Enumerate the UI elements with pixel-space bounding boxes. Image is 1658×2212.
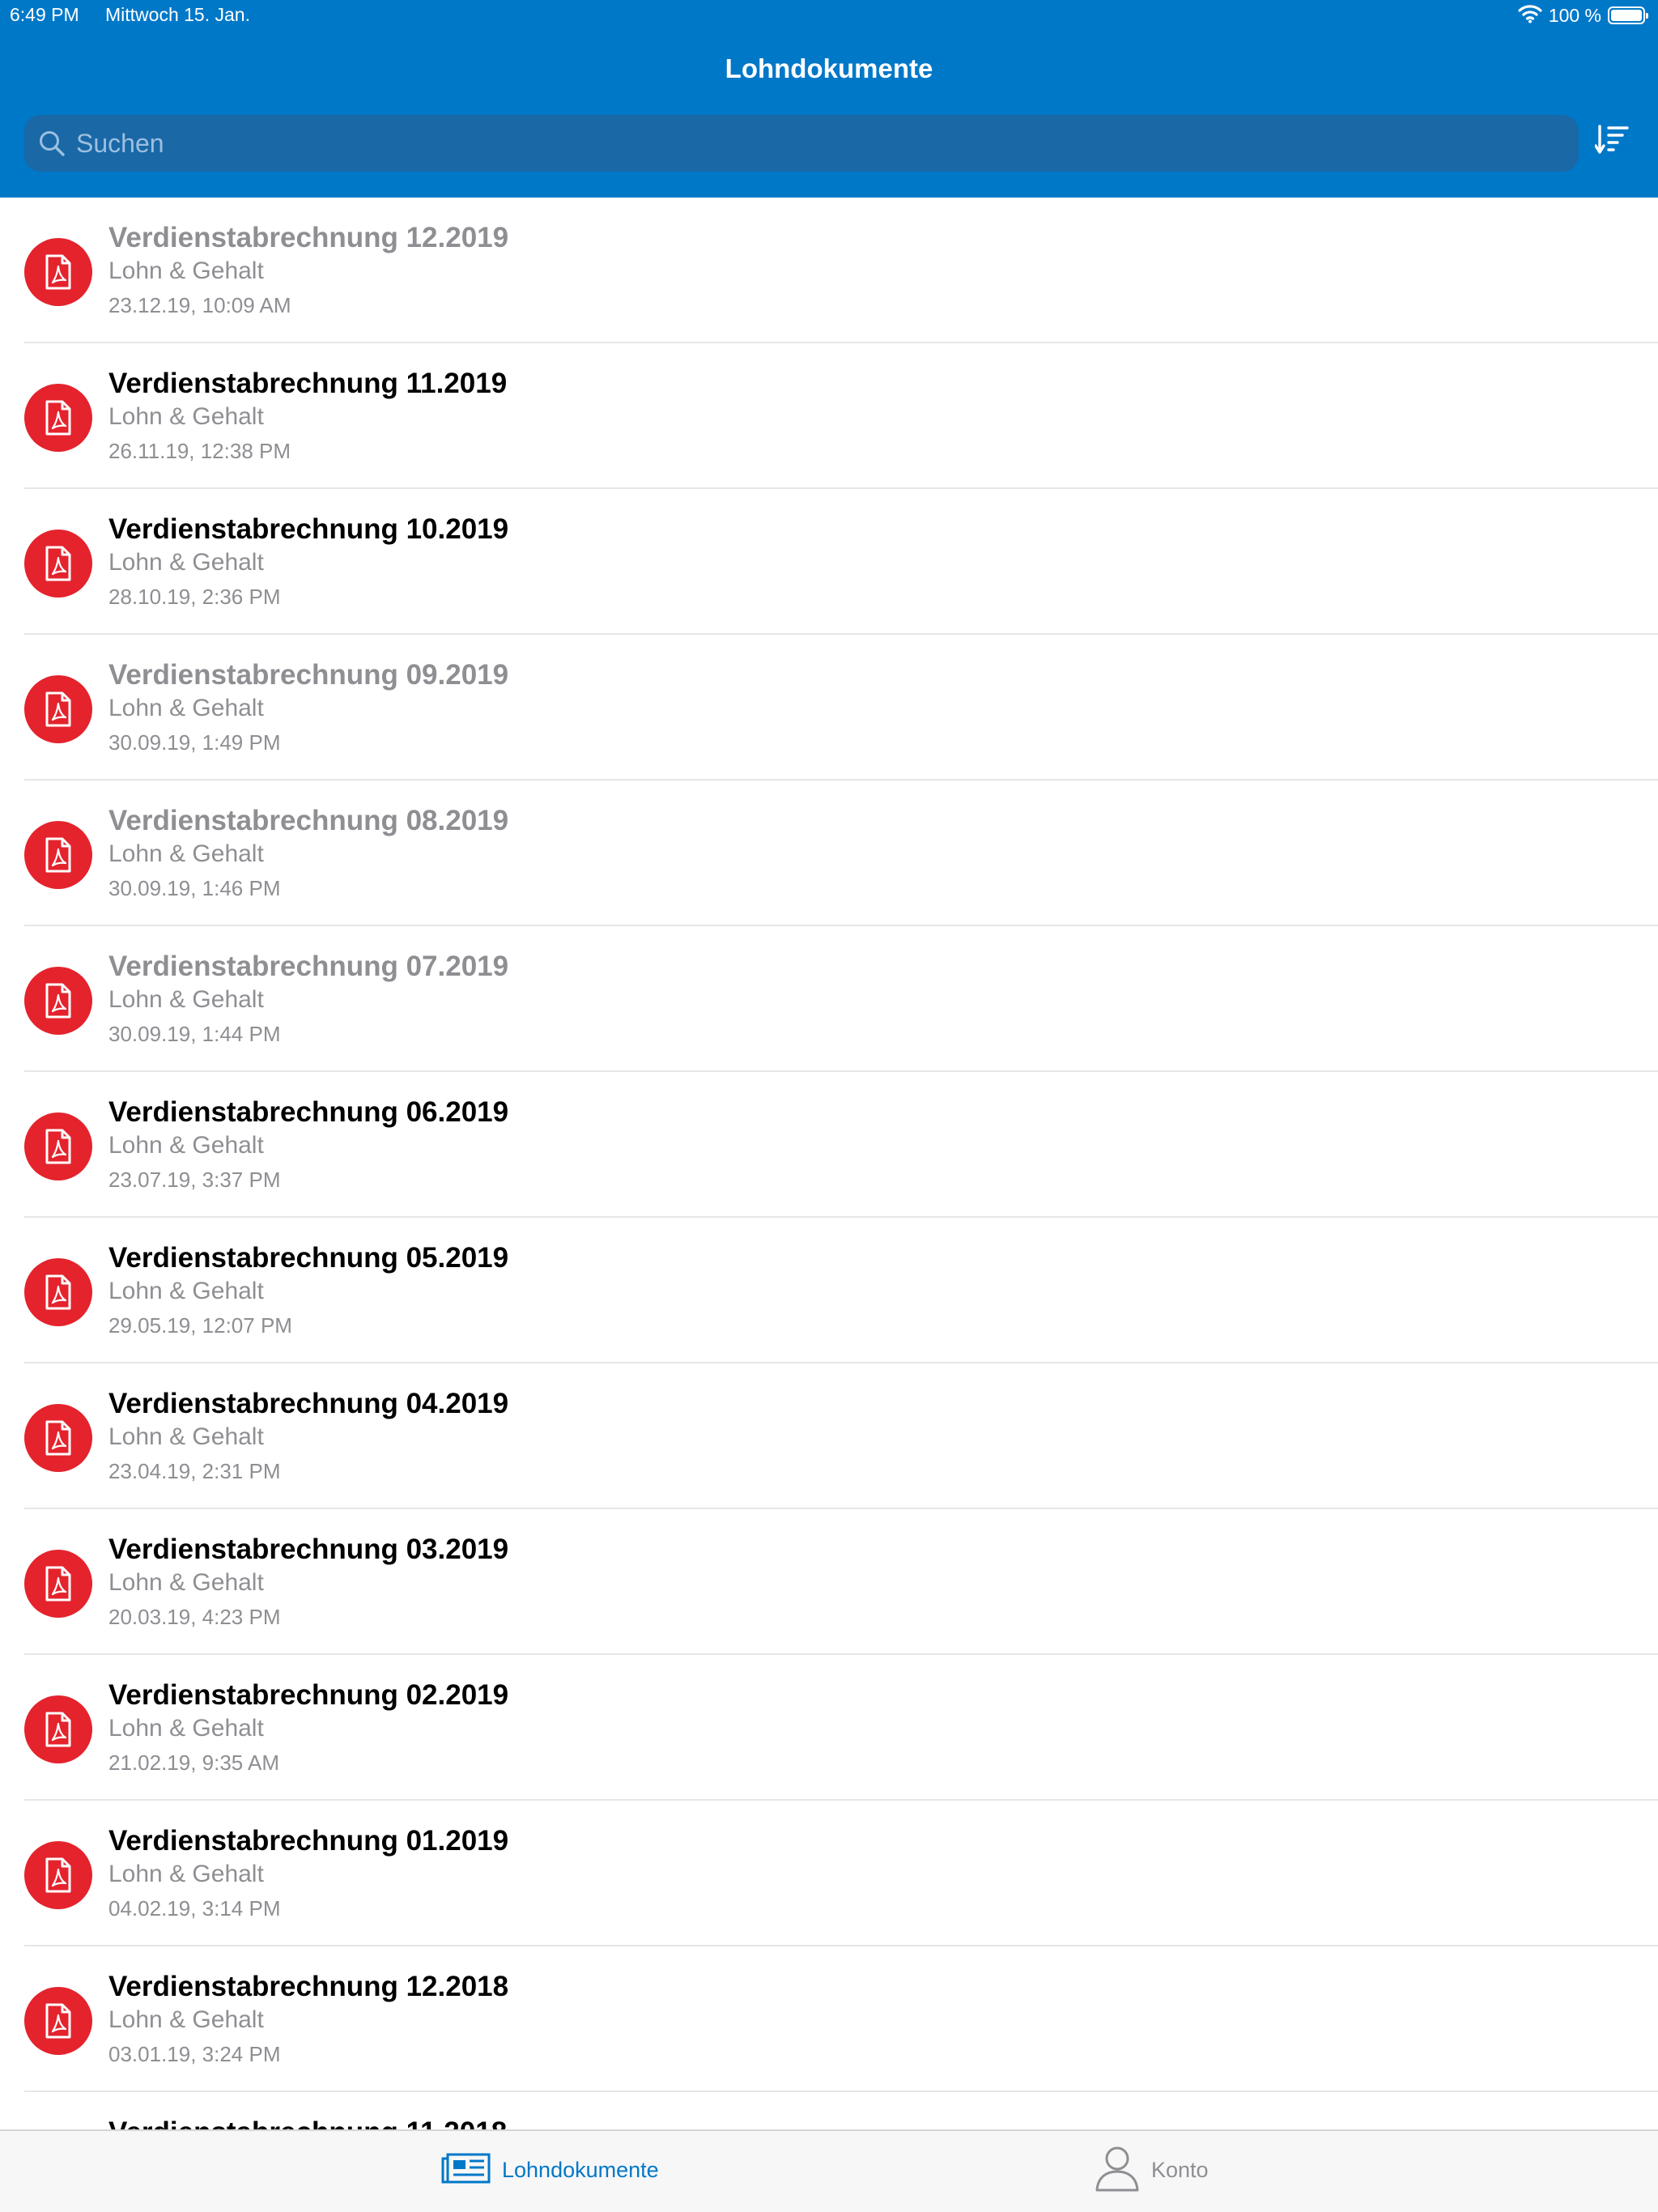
- document-date: 30.09.19, 1:44 PM: [108, 1022, 281, 1046]
- list-item[interactable]: Verdienstabrechnung 07.2019 Lohn & Gehalt…: [0, 926, 1658, 1072]
- pdf-icon: [24, 1404, 92, 1472]
- tab-label-lohndokumente: Lohndokumente: [502, 2157, 659, 2182]
- document-date: 26.11.19, 12:38 PM: [108, 439, 291, 463]
- document-title: Verdienstabrechnung 07.2019: [108, 951, 509, 982]
- list-item[interactable]: Verdienstabrechnung 08.2019 Lohn & Gehalt…: [0, 781, 1658, 926]
- pdf-icon: [24, 1841, 92, 1909]
- document-date: 30.09.19, 1:49 PM: [108, 730, 281, 755]
- document-title: Verdienstabrechnung 10.2019: [108, 513, 509, 545]
- document-category: Lohn & Gehalt: [108, 403, 264, 430]
- document-date: 21.02.19, 9:35 AM: [108, 1750, 280, 1775]
- tab-label-konto: Konto: [1151, 2157, 1209, 2182]
- document-category: Lohn & Gehalt: [108, 549, 264, 576]
- pdf-icon: [24, 821, 92, 889]
- sort-button[interactable]: [1592, 121, 1632, 162]
- list-item[interactable]: Verdienstabrechnung 01.2019 Lohn & Gehalt…: [0, 1801, 1658, 1946]
- document-list: Verdienstabrechnung 12.2019 Lohn & Gehalt…: [0, 198, 1658, 2131]
- document-title: Verdienstabrechnung 06.2019: [108, 1096, 509, 1128]
- pdf-icon: [24, 238, 92, 306]
- document-category: Lohn & Gehalt: [108, 257, 264, 284]
- document-title: Verdienstabrechnung 12.2018: [108, 1971, 509, 2002]
- document-category: Lohn & Gehalt: [108, 695, 264, 721]
- pdf-icon: [24, 384, 92, 452]
- document-date: 30.09.19, 1:46 PM: [108, 876, 281, 900]
- document-category: Lohn & Gehalt: [108, 1132, 264, 1159]
- battery-fill: [1611, 10, 1642, 21]
- document-category: Lohn & Gehalt: [108, 1861, 264, 1887]
- document-category: Lohn & Gehalt: [108, 1278, 264, 1304]
- pdf-icon: [24, 675, 92, 743]
- sort-icon: [1594, 124, 1629, 160]
- page-title: Lohndokumente: [725, 53, 933, 83]
- document-category: Lohn & Gehalt: [108, 2006, 264, 2033]
- document-category: Lohn & Gehalt: [108, 986, 264, 1013]
- document-title: Verdienstabrechnung 12.2019: [108, 222, 509, 253]
- status-indicators: 100 %: [1518, 3, 1648, 28]
- document-date: 23.04.19, 2:31 PM: [108, 1459, 281, 1483]
- battery-cap: [1646, 13, 1648, 19]
- navigation-header: 6:49 PM Mittwoch 15. Jan. 100 % Lohndoku…: [0, 0, 1658, 198]
- document-category: Lohn & Gehalt: [108, 1715, 264, 1742]
- pdf-icon: [24, 1550, 92, 1618]
- pdf-icon: [24, 530, 92, 598]
- document-date: 20.03.19, 4:23 PM: [108, 1605, 281, 1629]
- list-item[interactable]: Verdienstabrechnung 12.2018 Lohn & Gehalt…: [0, 1946, 1658, 2092]
- tab-lohndokumente[interactable]: Lohndokumente: [440, 2146, 659, 2194]
- status-date: Mittwoch 15. Jan.: [105, 4, 250, 25]
- app-screen: 6:49 PM Mittwoch 15. Jan. 100 % Lohndoku…: [0, 0, 1658, 2212]
- document-title: Verdienstabrechnung 11.2019: [108, 368, 508, 399]
- document-date: 28.10.19, 2:36 PM: [108, 585, 281, 609]
- list-item[interactable]: Verdienstabrechnung 02.2019 Lohn & Gehalt…: [0, 1655, 1658, 1801]
- list-item[interactable]: Verdienstabrechnung 06.2019 Lohn & Gehalt…: [0, 1072, 1658, 1218]
- document-date: 04.02.19, 3:14 PM: [108, 1896, 281, 1921]
- search-icon: [37, 129, 66, 158]
- tab-bar: Lohndokumente Konto: [0, 2129, 1658, 2212]
- document-category: Lohn & Gehalt: [108, 1423, 264, 1450]
- pdf-icon: [24, 1258, 92, 1326]
- pdf-icon: [24, 967, 92, 1035]
- wifi-icon: [1518, 4, 1542, 28]
- document-date: 03.01.19, 3:24 PM: [108, 2042, 281, 2066]
- person-icon: [1095, 2145, 1140, 2196]
- document-category: Lohn & Gehalt: [108, 840, 264, 867]
- search-input[interactable]: Suchen: [24, 115, 1579, 172]
- document-title: Verdienstabrechnung 01.2019: [108, 1825, 509, 1857]
- document-date: 23.07.19, 3:37 PM: [108, 1168, 281, 1192]
- status-bar: 6:49 PM Mittwoch 15. Jan. 100 %: [0, 0, 1658, 32]
- newspaper-icon: [440, 2152, 491, 2189]
- pdf-icon: [24, 1695, 92, 1763]
- pdf-icon: [24, 1987, 92, 2055]
- battery-icon: [1608, 6, 1648, 24]
- document-title: Verdienstabrechnung 04.2019: [108, 1388, 509, 1419]
- list-item[interactable]: Verdienstabrechnung 04.2019 Lohn & Gehalt…: [0, 1363, 1658, 1509]
- document-title: Verdienstabrechnung 09.2019: [108, 659, 509, 691]
- search-placeholder: Suchen: [76, 128, 164, 158]
- document-title: Verdienstabrechnung 08.2019: [108, 805, 509, 836]
- list-item[interactable]: Verdienstabrechnung 11.2018: [0, 2092, 1658, 2131]
- battery-percentage: 100 %: [1548, 4, 1601, 26]
- list-item[interactable]: Verdienstabrechnung 09.2019 Lohn & Gehalt…: [0, 635, 1658, 781]
- tab-konto[interactable]: Konto: [1095, 2146, 1209, 2194]
- document-title: Verdienstabrechnung 05.2019: [108, 1242, 509, 1274]
- document-date: 23.12.19, 10:09 AM: [108, 293, 291, 317]
- document-title: Verdienstabrechnung 02.2019: [108, 1679, 509, 1711]
- list-item[interactable]: Verdienstabrechnung 03.2019 Lohn & Gehalt…: [0, 1509, 1658, 1655]
- status-time: 6:49 PM: [10, 4, 79, 25]
- list-item[interactable]: Verdienstabrechnung 12.2019 Lohn & Gehalt…: [0, 198, 1658, 343]
- list-item[interactable]: Verdienstabrechnung 05.2019 Lohn & Gehalt…: [0, 1218, 1658, 1363]
- pdf-icon: [24, 1112, 92, 1180]
- list-item[interactable]: Verdienstabrechnung 11.2019 Lohn & Gehalt…: [0, 343, 1658, 489]
- document-date: 29.05.19, 12:07 PM: [108, 1313, 292, 1338]
- document-category: Lohn & Gehalt: [108, 1569, 264, 1596]
- list-item[interactable]: Verdienstabrechnung 10.2019 Lohn & Gehalt…: [0, 489, 1658, 635]
- document-title: Verdienstabrechnung 03.2019: [108, 1534, 509, 1565]
